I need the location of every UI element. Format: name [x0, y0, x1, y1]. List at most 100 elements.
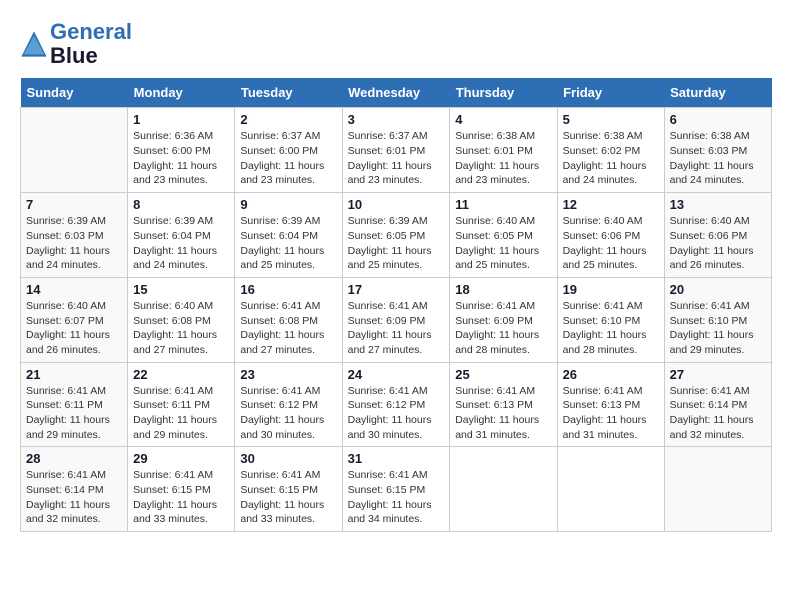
- day-detail: Sunrise: 6:40 AM Sunset: 6:08 PM Dayligh…: [133, 299, 229, 358]
- page-header: GeneralBlue: [20, 20, 772, 68]
- calendar-cell: 30 Sunrise: 6:41 AM Sunset: 6:15 PM Dayli…: [235, 447, 342, 532]
- weekday-header: Wednesday: [342, 78, 450, 108]
- day-detail: Sunrise: 6:41 AM Sunset: 6:12 PM Dayligh…: [240, 384, 336, 443]
- day-number: 31: [348, 451, 445, 466]
- calendar-cell: 29Sunrise: 6:41 AM Sunset: 6:15 PM Dayli…: [128, 447, 235, 532]
- calendar-header-row: SundayMondayTuesdayWednesdayThursdayFrid…: [21, 78, 772, 108]
- day-number: 29: [133, 451, 229, 466]
- day-detail: Sunrise: 6:41 AM Sunset: 6:15 PM Dayligh…: [348, 468, 445, 527]
- day-number: 21: [26, 367, 122, 382]
- day-number: 6: [670, 112, 766, 127]
- weekday-header: Saturday: [664, 78, 771, 108]
- day-detail: Sunrise: 6:41 AM Sunset: 6:11 PM Dayligh…: [26, 384, 122, 443]
- logo-text: GeneralBlue: [50, 20, 132, 68]
- day-number: 16: [240, 282, 336, 297]
- day-number: 25: [455, 367, 551, 382]
- day-detail: Sunrise: 6:41 AM Sunset: 6:08 PM Dayligh…: [240, 299, 336, 358]
- day-detail: Sunrise: 6:38 AM Sunset: 6:03 PM Dayligh…: [670, 129, 766, 188]
- calendar-cell: 1 Sunrise: 6:36 AM Sunset: 6:00 PM Daylig…: [128, 108, 235, 193]
- day-detail: Sunrise: 6:39 AM Sunset: 6:05 PM Dayligh…: [348, 214, 445, 273]
- day-number: 26: [563, 367, 659, 382]
- calendar-cell: 14Sunrise: 6:40 AM Sunset: 6:07 PM Dayli…: [21, 277, 128, 362]
- day-detail: Sunrise: 6:41 AM Sunset: 6:14 PM Dayligh…: [26, 468, 122, 527]
- day-number: 5: [563, 112, 659, 127]
- calendar-cell: 5 Sunrise: 6:38 AM Sunset: 6:02 PM Daylig…: [557, 108, 664, 193]
- calendar-cell: 11 Sunrise: 6:40 AM Sunset: 6:05 PM Dayli…: [450, 193, 557, 278]
- day-number: 30: [240, 451, 336, 466]
- day-number: 12: [563, 197, 659, 212]
- day-number: 7: [26, 197, 122, 212]
- calendar-cell: 9 Sunrise: 6:39 AM Sunset: 6:04 PM Daylig…: [235, 193, 342, 278]
- calendar-cell: [450, 447, 557, 532]
- calendar-cell: 6 Sunrise: 6:38 AM Sunset: 6:03 PM Daylig…: [664, 108, 771, 193]
- day-detail: Sunrise: 6:41 AM Sunset: 6:10 PM Dayligh…: [670, 299, 766, 358]
- day-detail: Sunrise: 6:37 AM Sunset: 6:01 PM Dayligh…: [348, 129, 445, 188]
- day-number: 24: [348, 367, 445, 382]
- calendar-cell: 24 Sunrise: 6:41 AM Sunset: 6:12 PM Dayli…: [342, 362, 450, 447]
- calendar-cell: 12Sunrise: 6:40 AM Sunset: 6:06 PM Dayli…: [557, 193, 664, 278]
- weekday-header: Sunday: [21, 78, 128, 108]
- calendar-cell: 22Sunrise: 6:41 AM Sunset: 6:11 PM Dayli…: [128, 362, 235, 447]
- calendar-cell: 3 Sunrise: 6:37 AM Sunset: 6:01 PM Daylig…: [342, 108, 450, 193]
- day-number: 4: [455, 112, 551, 127]
- day-number: 8: [133, 197, 229, 212]
- calendar-cell: 23 Sunrise: 6:41 AM Sunset: 6:12 PM Dayli…: [235, 362, 342, 447]
- day-number: 20: [670, 282, 766, 297]
- day-detail: Sunrise: 6:40 AM Sunset: 6:06 PM Dayligh…: [670, 214, 766, 273]
- calendar-cell: 26 Sunrise: 6:41 AM Sunset: 6:13 PM Dayli…: [557, 362, 664, 447]
- day-detail: Sunrise: 6:41 AM Sunset: 6:12 PM Dayligh…: [348, 384, 445, 443]
- calendar-week-row: 14Sunrise: 6:40 AM Sunset: 6:07 PM Dayli…: [21, 277, 772, 362]
- day-detail: Sunrise: 6:41 AM Sunset: 6:14 PM Dayligh…: [670, 384, 766, 443]
- calendar-cell: 15 Sunrise: 6:40 AM Sunset: 6:08 PM Dayli…: [128, 277, 235, 362]
- logo-icon: [20, 30, 48, 58]
- day-detail: Sunrise: 6:38 AM Sunset: 6:01 PM Dayligh…: [455, 129, 551, 188]
- day-detail: Sunrise: 6:41 AM Sunset: 6:13 PM Dayligh…: [455, 384, 551, 443]
- day-detail: Sunrise: 6:41 AM Sunset: 6:15 PM Dayligh…: [240, 468, 336, 527]
- calendar-cell: 31 Sunrise: 6:41 AM Sunset: 6:15 PM Dayli…: [342, 447, 450, 532]
- day-detail: Sunrise: 6:41 AM Sunset: 6:13 PM Dayligh…: [563, 384, 659, 443]
- day-number: 14: [26, 282, 122, 297]
- day-number: 23: [240, 367, 336, 382]
- calendar-cell: [557, 447, 664, 532]
- day-detail: Sunrise: 6:39 AM Sunset: 6:04 PM Dayligh…: [240, 214, 336, 273]
- day-number: 28: [26, 451, 122, 466]
- day-detail: Sunrise: 6:39 AM Sunset: 6:04 PM Dayligh…: [133, 214, 229, 273]
- day-number: 2: [240, 112, 336, 127]
- day-number: 11: [455, 197, 551, 212]
- day-detail: Sunrise: 6:40 AM Sunset: 6:05 PM Dayligh…: [455, 214, 551, 273]
- calendar-cell: 2 Sunrise: 6:37 AM Sunset: 6:00 PM Daylig…: [235, 108, 342, 193]
- calendar-week-row: 21 Sunrise: 6:41 AM Sunset: 6:11 PM Dayli…: [21, 362, 772, 447]
- calendar-week-row: 7 Sunrise: 6:39 AM Sunset: 6:03 PM Daylig…: [21, 193, 772, 278]
- calendar-cell: 13 Sunrise: 6:40 AM Sunset: 6:06 PM Dayli…: [664, 193, 771, 278]
- day-number: 15: [133, 282, 229, 297]
- calendar-cell: [21, 108, 128, 193]
- day-number: 27: [670, 367, 766, 382]
- calendar-cell: 16 Sunrise: 6:41 AM Sunset: 6:08 PM Dayli…: [235, 277, 342, 362]
- day-detail: Sunrise: 6:39 AM Sunset: 6:03 PM Dayligh…: [26, 214, 122, 273]
- day-number: 19: [563, 282, 659, 297]
- calendar-body: 1 Sunrise: 6:36 AM Sunset: 6:00 PM Daylig…: [21, 108, 772, 532]
- calendar-cell: 10 Sunrise: 6:39 AM Sunset: 6:05 PM Dayli…: [342, 193, 450, 278]
- day-number: 17: [348, 282, 445, 297]
- day-number: 9: [240, 197, 336, 212]
- day-number: 3: [348, 112, 445, 127]
- calendar-cell: 27 Sunrise: 6:41 AM Sunset: 6:14 PM Dayli…: [664, 362, 771, 447]
- day-number: 18: [455, 282, 551, 297]
- day-detail: Sunrise: 6:37 AM Sunset: 6:00 PM Dayligh…: [240, 129, 336, 188]
- day-detail: Sunrise: 6:41 AM Sunset: 6:11 PM Dayligh…: [133, 384, 229, 443]
- calendar-week-row: 1 Sunrise: 6:36 AM Sunset: 6:00 PM Daylig…: [21, 108, 772, 193]
- logo: GeneralBlue: [20, 20, 132, 68]
- calendar-cell: 20 Sunrise: 6:41 AM Sunset: 6:10 PM Dayli…: [664, 277, 771, 362]
- calendar-cell: 19Sunrise: 6:41 AM Sunset: 6:10 PM Dayli…: [557, 277, 664, 362]
- day-detail: Sunrise: 6:36 AM Sunset: 6:00 PM Dayligh…: [133, 129, 229, 188]
- day-number: 10: [348, 197, 445, 212]
- calendar-cell: 7 Sunrise: 6:39 AM Sunset: 6:03 PM Daylig…: [21, 193, 128, 278]
- calendar-cell: 17 Sunrise: 6:41 AM Sunset: 6:09 PM Dayli…: [342, 277, 450, 362]
- day-detail: Sunrise: 6:41 AM Sunset: 6:09 PM Dayligh…: [348, 299, 445, 358]
- weekday-header: Thursday: [450, 78, 557, 108]
- day-detail: Sunrise: 6:38 AM Sunset: 6:02 PM Dayligh…: [563, 129, 659, 188]
- day-number: 1: [133, 112, 229, 127]
- day-number: 13: [670, 197, 766, 212]
- weekday-header: Tuesday: [235, 78, 342, 108]
- calendar-cell: 21 Sunrise: 6:41 AM Sunset: 6:11 PM Dayli…: [21, 362, 128, 447]
